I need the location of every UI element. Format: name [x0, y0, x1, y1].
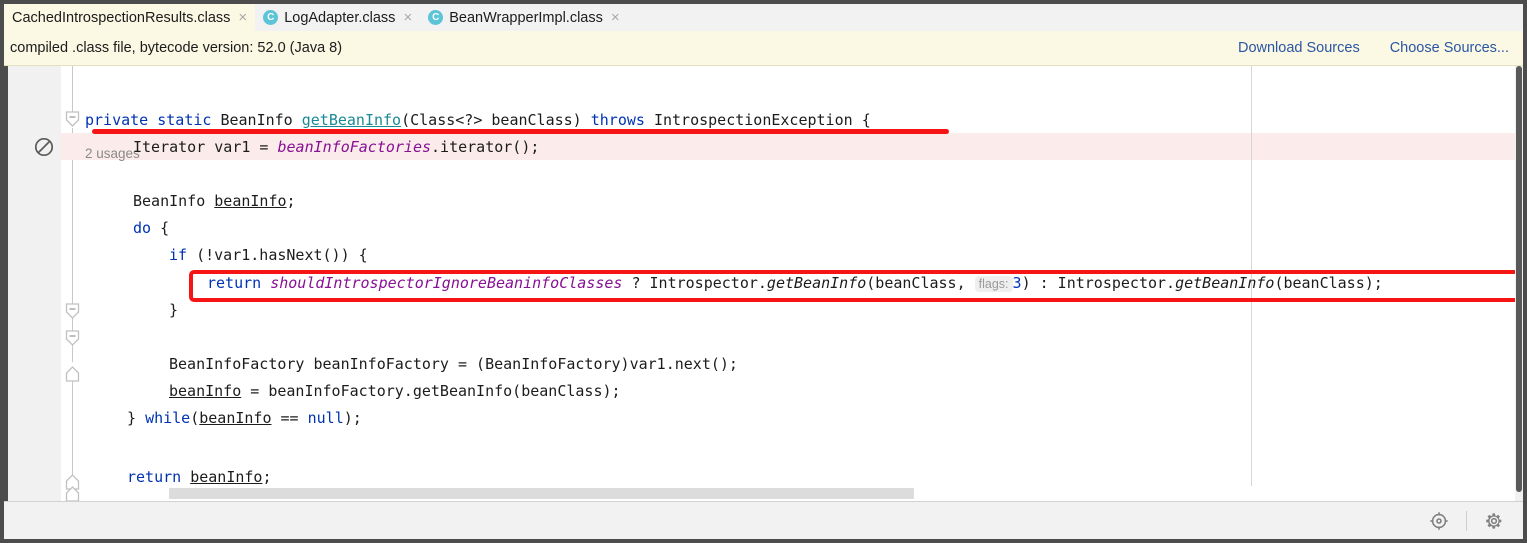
line7-args-2: (beanClass);	[1274, 274, 1383, 292]
tab-log-adapter[interactable]: C LogAdapter.class ×	[255, 4, 421, 31]
code-surface[interactable]: 2 usages private static BeanInfo getBean…	[85, 66, 1523, 501]
tab-label: LogAdapter.class	[284, 9, 396, 26]
line12-brace: }	[127, 409, 146, 427]
line10-text: BeanInfoFactory beanInfoFactory = (BeanI…	[169, 355, 738, 373]
highlighted-line-gutter	[61, 133, 85, 160]
editor-status-bar	[4, 501, 1523, 539]
fold-collapse-icon[interactable]	[65, 111, 80, 127]
code-line-12: } while(beanInfo == null);	[127, 405, 362, 432]
line2-suffix: .iterator();	[431, 138, 540, 156]
code-folding-strip[interactable]	[61, 66, 85, 501]
line12-end: );	[343, 409, 362, 427]
line14-semicolon: ;	[262, 468, 272, 486]
banner-actions: Download Sources Choose Sources...	[1238, 40, 1509, 56]
java-class-icon: C	[263, 10, 279, 25]
horizontal-scrollbar[interactable]	[166, 486, 1523, 501]
close-icon[interactable]: ×	[236, 10, 247, 25]
usages-inlay-hint[interactable]: 2 usages	[85, 144, 140, 164]
type-beaninfo: BeanInfo	[220, 111, 293, 129]
local-var-beaninfo[interactable]: beanInfo	[214, 192, 286, 210]
fold-collapse-icon[interactable]	[65, 303, 80, 319]
crosshair-target-icon[interactable]	[1428, 510, 1450, 532]
tab-label: CachedIntrospectionResults.class	[12, 9, 231, 26]
signature-params: (Class<?> beanClass)	[401, 111, 582, 129]
no-entry-icon[interactable]	[34, 137, 54, 157]
horizontal-scrollbar-thumb[interactable]	[169, 488, 914, 499]
keyword-throws: throws	[590, 111, 645, 129]
download-sources-link[interactable]: Download Sources	[1238, 40, 1360, 56]
editor-gutter[interactable]	[4, 66, 61, 501]
editor-tab-bar: CachedIntrospectionResults.class × C Log…	[4, 4, 1523, 32]
keyword-private: private	[85, 111, 149, 129]
line7-ternary-q: ? Introspector.	[622, 274, 767, 292]
code-line-8: }	[169, 297, 178, 324]
keyword-static: static	[157, 111, 212, 129]
red-underline-annotation	[92, 129, 949, 134]
keyword-null: null	[307, 409, 344, 427]
keyword-do: do	[133, 219, 152, 237]
brace-close: }	[169, 301, 179, 319]
local-var-beaninfo[interactable]: beanInfo	[169, 382, 241, 400]
code-line-2: Iterator var1 = beanInfoFactories.iterat…	[133, 134, 539, 161]
line5-brace: {	[151, 219, 170, 237]
tab-label: BeanWrapperImpl.class	[449, 9, 603, 26]
vertical-scrollbar[interactable]	[1515, 66, 1523, 501]
code-line-6: if (!var1.hasNext()) {	[169, 242, 368, 269]
line6-condition: (!var1.hasNext()) {	[187, 246, 368, 264]
brace-open: {	[861, 111, 871, 129]
fold-expand-icon[interactable]	[65, 366, 80, 382]
vertical-scrollbar-thumb[interactable]	[1516, 66, 1522, 492]
type-introspectionexception: IntrospectionException	[653, 111, 853, 129]
status-bar-separator	[1466, 510, 1467, 531]
arg-value-3: 3	[1012, 274, 1022, 292]
method-call-getbeaninfo-1[interactable]: getBeanInfo	[767, 274, 866, 292]
decompiled-file-banner: compiled .class file, bytecode version: …	[4, 31, 1523, 66]
keyword-if: if	[169, 246, 188, 264]
line14-space	[181, 468, 190, 486]
keyword-return: return	[207, 274, 262, 292]
tab-cached-introspection-results[interactable]: CachedIntrospectionResults.class ×	[4, 4, 256, 31]
code-editor[interactable]: 2 usages private static BeanInfo getBean…	[4, 66, 1523, 501]
line7-args-1: (beanClass,	[866, 274, 975, 292]
code-line-7: return shouldIntrospectorIgnoreBeaninfoC…	[207, 270, 1383, 298]
fold-expand-icon[interactable]	[65, 486, 80, 501]
line7-ternary-colon: ) : Introspector.	[1021, 274, 1176, 292]
code-line-11: beanInfo = beanInfoFactory.getBeanInfo(b…	[169, 378, 621, 405]
fold-line	[72, 128, 73, 362]
tab-bar-empty-space	[627, 4, 1523, 31]
line12-operator: ==	[271, 409, 308, 427]
fold-collapse-icon[interactable]	[65, 330, 80, 346]
keyword-while: while	[145, 409, 191, 427]
close-icon[interactable]: ×	[401, 10, 412, 25]
static-field-beaninfofactories[interactable]: beanInfoFactories	[278, 138, 432, 156]
line12-paren: (	[190, 409, 200, 427]
tab-bean-wrapper-impl[interactable]: C BeanWrapperImpl.class ×	[420, 4, 628, 31]
line4-type: BeanInfo	[133, 192, 215, 210]
local-var-beaninfo[interactable]: beanInfo	[190, 468, 262, 486]
choose-sources-link[interactable]: Choose Sources...	[1390, 40, 1509, 56]
line2-prefix: Iterator var1 =	[133, 138, 278, 156]
gutter-left-edge	[4, 66, 8, 501]
local-var-beaninfo[interactable]: beanInfo	[199, 409, 271, 427]
editor-window: CachedIntrospectionResults.class × C Log…	[0, 0, 1527, 543]
inlay-parameter-hint-flags: flags:	[974, 276, 1013, 292]
code-line-4: BeanInfo beanInfo;	[133, 188, 296, 215]
keyword-return: return	[127, 468, 182, 486]
method-call-getbeaninfo-2[interactable]: getBeanInfo	[1175, 274, 1274, 292]
java-class-icon: C	[428, 10, 444, 25]
gear-icon[interactable]	[1483, 510, 1505, 532]
close-icon[interactable]: ×	[609, 10, 620, 25]
line11-assignment: = beanInfoFactory.getBeanInfo(beanClass)…	[241, 382, 621, 400]
code-line-10: BeanInfoFactory beanInfoFactory = (BeanI…	[169, 351, 738, 378]
banner-message: compiled .class file, bytecode version: …	[10, 40, 343, 56]
code-line-5: do {	[133, 215, 169, 242]
static-field-shouldintrospectorignorebeaninfoclasses[interactable]: shouldIntrospectorIgnoreBeaninfoClasses	[270, 274, 622, 292]
fold-line	[72, 66, 73, 112]
method-name-getbeaninfo[interactable]: getBeanInfo	[302, 111, 401, 129]
line4-semicolon: ;	[286, 192, 296, 210]
